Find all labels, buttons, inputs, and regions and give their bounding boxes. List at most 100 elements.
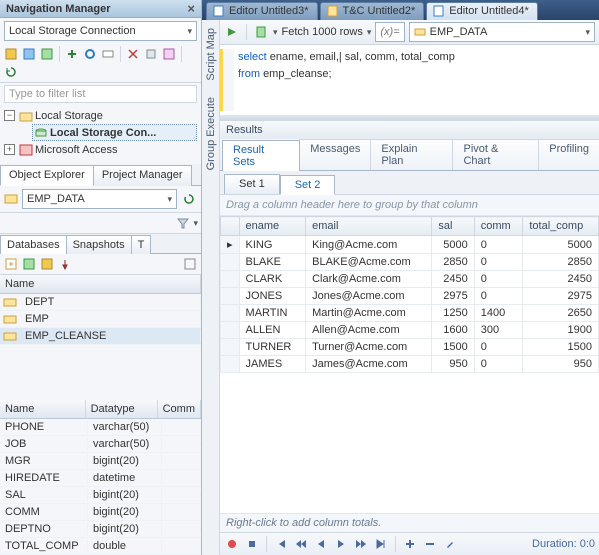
tree-local-storage-con[interactable]: Local Storage Con... <box>32 124 197 141</box>
table-row[interactable]: JONESJones@Acme.com297502975 <box>221 288 599 305</box>
table-row[interactable]: BLAKEBLAKE@Acme.com285002850 <box>221 254 599 271</box>
tab-set-1[interactable]: Set 1 <box>224 174 280 194</box>
refresh-icon[interactable] <box>181 191 197 207</box>
header-name[interactable]: Name <box>0 275 201 293</box>
col-comm[interactable]: comm <box>474 217 523 236</box>
tree-ms-access[interactable]: + Microsoft Access <box>4 141 197 158</box>
tab-explain[interactable]: Explain Plan <box>370 139 453 170</box>
prev-icon[interactable] <box>313 536 329 552</box>
tab-databases[interactable]: Databases <box>0 235 67 254</box>
editor-tab-2[interactable]: T&C Untitled2* <box>320 2 425 20</box>
add-icon[interactable] <box>402 536 418 552</box>
tab-set-2[interactable]: Set 2 <box>280 175 336 195</box>
vtab-group-execute[interactable]: Group Execute <box>205 93 217 174</box>
next-icon[interactable] <box>333 536 349 552</box>
expander-icon[interactable]: + <box>4 144 15 155</box>
schema-combo[interactable]: EMP_DATA ▾ <box>409 22 595 42</box>
toolbar-icon-8[interactable] <box>143 46 159 62</box>
remove-icon[interactable] <box>422 536 438 552</box>
filter-icon[interactable] <box>175 215 191 231</box>
stop-icon[interactable] <box>244 536 260 552</box>
group-by-hint[interactable]: Drag a column header here to group by th… <box>220 195 599 216</box>
db-item[interactable]: EMP <box>0 311 201 328</box>
column-row[interactable]: PHONEvarchar(50) <box>0 419 201 436</box>
run-icon[interactable] <box>224 24 240 40</box>
header-datatype[interactable]: Datatype <box>86 400 158 418</box>
edit-icon[interactable] <box>442 536 458 552</box>
tab-result-sets[interactable]: Result Sets <box>222 140 300 171</box>
header-name[interactable]: Name <box>0 400 86 418</box>
col-ename[interactable]: ename <box>239 217 306 236</box>
tab-profiling[interactable]: Profiling <box>538 139 599 170</box>
close-icon[interactable]: × <box>187 0 195 18</box>
tab-pivot[interactable]: Pivot & Chart <box>452 139 539 170</box>
db-item[interactable]: DEPT <box>0 294 201 311</box>
last-icon[interactable] <box>373 536 389 552</box>
tab-object-explorer[interactable]: Object Explorer <box>0 165 94 186</box>
editor-tab-3[interactable]: Editor Untitled4* <box>426 2 538 20</box>
col-email[interactable]: email <box>306 217 432 236</box>
connection-dropdown[interactable]: Local Storage Connection ▾ <box>4 21 197 41</box>
sql-code[interactable]: select ename, email,| sal, comm, total_c… <box>234 49 459 111</box>
header-comm[interactable]: Comm <box>158 400 201 418</box>
table-icon <box>4 192 18 206</box>
vtab-script-map[interactable]: Script Map <box>205 24 217 85</box>
column-row[interactable]: COMMbigint(20) <box>0 504 201 521</box>
record-icon[interactable] <box>224 536 240 552</box>
new-icon[interactable] <box>3 256 19 272</box>
editor-tab-label: T&C Untitled2* <box>343 5 416 17</box>
next-page-icon[interactable] <box>353 536 369 552</box>
toolbar-icon-3[interactable] <box>39 46 55 62</box>
pin-icon[interactable] <box>57 256 73 272</box>
toolbar-icon-7[interactable] <box>125 46 141 62</box>
table-row[interactable]: TURNERTurner@Acme.com150001500 <box>221 339 599 356</box>
column-row[interactable]: JOBvarchar(50) <box>0 436 201 453</box>
prev-page-icon[interactable] <box>293 536 309 552</box>
toolbar-icon-4[interactable] <box>64 46 80 62</box>
toolbar-icon-5[interactable] <box>82 46 98 62</box>
sql-editor[interactable]: select ename, email,| sal, comm, total_c… <box>220 45 599 115</box>
col-sal[interactable]: sal <box>432 217 474 236</box>
results-grid[interactable]: ename email sal comm total_comp ▸KINGKin… <box>220 216 599 513</box>
tab-t[interactable]: T <box>131 235 152 254</box>
column-row[interactable]: TOTAL_COMPdouble <box>0 538 201 555</box>
db-item[interactable]: EMP_CLEANSE <box>0 328 201 345</box>
refresh-icon[interactable] <box>3 64 19 80</box>
expander-icon[interactable]: − <box>4 110 15 121</box>
tab-messages[interactable]: Messages <box>299 139 371 170</box>
tab-project-manager[interactable]: Project Manager <box>93 165 192 186</box>
chevron-down-icon[interactable]: ▾ <box>367 27 372 38</box>
db-list-header: Name <box>0 275 201 294</box>
column-row[interactable]: SALbigint(20) <box>0 487 201 504</box>
fetch-label[interactable]: Fetch 1000 rows <box>282 26 363 38</box>
duration-label: Duration: 0:0 <box>532 538 595 550</box>
column-row[interactable]: HIREDATEdatetime <box>0 470 201 487</box>
tab-snapshots[interactable]: Snapshots <box>66 235 132 254</box>
filter-input[interactable]: Type to filter list <box>4 85 197 103</box>
first-icon[interactable] <box>273 536 289 552</box>
toolbar-icon-6[interactable] <box>100 46 116 62</box>
run-script-icon[interactable] <box>253 24 269 40</box>
columns-header: Name Datatype Comm <box>0 400 201 419</box>
toolbar-icon-9[interactable] <box>161 46 177 62</box>
chevron-down-icon[interactable]: ▾ <box>193 218 198 229</box>
column-row[interactable]: MGRbigint(20) <box>0 453 201 470</box>
table-row[interactable]: ALLENAllen@Acme.com16003001900 <box>221 322 599 339</box>
schema-combo-value: EMP_DATA <box>430 26 488 38</box>
column-row[interactable]: DEPTNObigint(20) <box>0 521 201 538</box>
overflow-icon[interactable] <box>182 256 198 272</box>
chevron-down-icon[interactable]: ▾ <box>273 27 278 38</box>
toolbar-icon-2[interactable] <box>21 46 37 62</box>
object-combo[interactable]: EMP_DATA ▾ <box>22 189 177 209</box>
table-row[interactable]: CLARKClark@Acme.com245002450 <box>221 271 599 288</box>
grid-icon-2[interactable] <box>39 256 55 272</box>
col-total[interactable]: total_comp <box>523 217 599 236</box>
editor-tab-1[interactable]: Editor Untitled3* <box>206 2 318 20</box>
toolbar-icon-1[interactable] <box>3 46 19 62</box>
table-row[interactable]: MARTINMartin@Acme.com125014002650 <box>221 305 599 322</box>
tree-local-storage[interactable]: − Local Storage <box>4 107 197 124</box>
grid-icon[interactable] <box>21 256 37 272</box>
variable-button[interactable]: (x)= <box>375 22 404 42</box>
table-row[interactable]: JAMESJames@Acme.com9500950 <box>221 356 599 373</box>
table-row[interactable]: ▸KINGKing@Acme.com500005000 <box>221 236 599 254</box>
